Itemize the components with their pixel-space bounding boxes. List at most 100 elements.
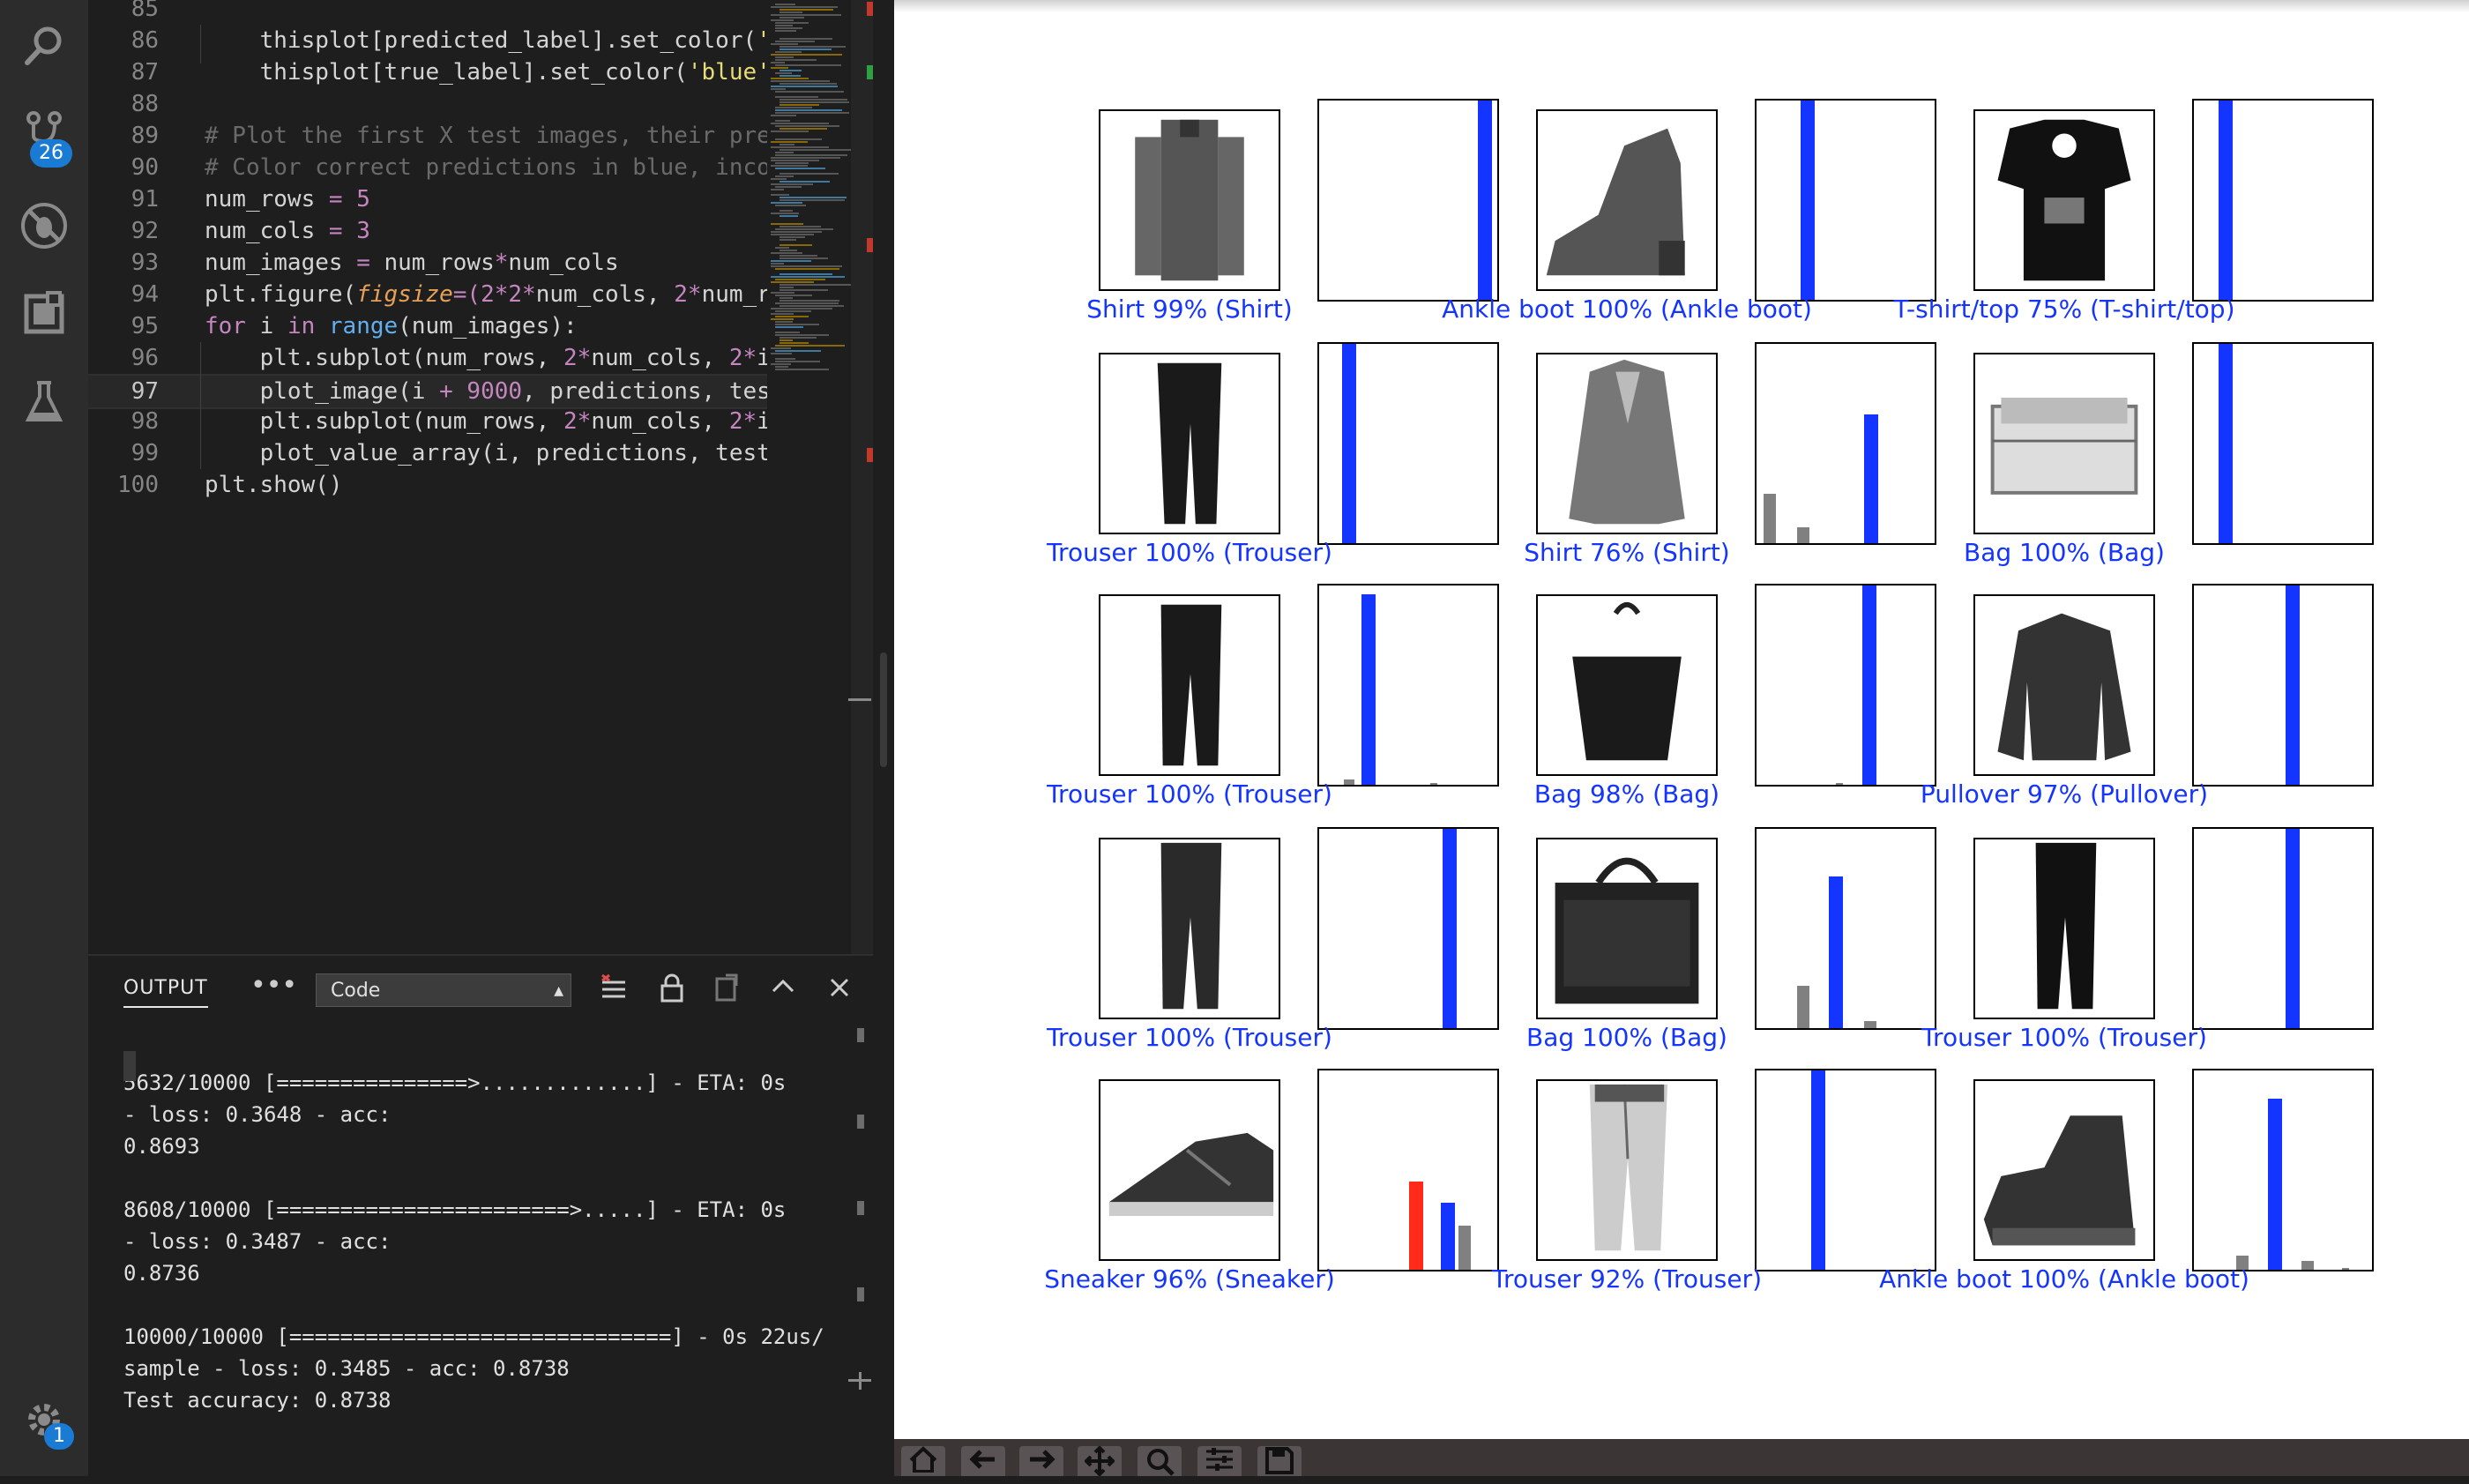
code-line[interactable]: 93 num_images = num_rows*num_cols — [88, 247, 767, 279]
minimap-line — [779, 244, 812, 246]
minimap-line — [779, 236, 805, 238]
test-image-tshirt — [1973, 109, 2155, 291]
open-log-button[interactable] — [709, 973, 744, 1009]
probability-bar — [1797, 986, 1809, 1028]
code-token: 2 — [508, 281, 523, 308]
test-image-trouser4 — [1973, 838, 2155, 1019]
code-line[interactable]: 86 thisplot[predicted_label].set_color('… — [88, 25, 767, 56]
minimap-line — [775, 4, 795, 5]
minimap-line — [775, 112, 849, 114]
configure-icon[interactable] — [1197, 1446, 1242, 1476]
prediction-caption: Trouser 100% (Trouser) — [1047, 1023, 1332, 1052]
line-number: 88 — [131, 91, 159, 117]
code-line[interactable]: 97 plot_image(i + 9000, predictions, tes… — [88, 374, 767, 409]
code-token: 9000 — [452, 378, 523, 405]
zoom-icon[interactable] — [1138, 1446, 1182, 1476]
code-line[interactable]: 87 thisplot[true_label].set_color('blue'… — [88, 56, 767, 88]
output-cursor — [123, 1051, 136, 1081]
minimap-line — [779, 257, 828, 259]
tab-output[interactable]: OUTPUT — [123, 977, 208, 1008]
minimap-line — [775, 154, 847, 156]
minimap-line — [775, 332, 800, 333]
code-line[interactable]: 89 # Plot the first X test images, their … — [88, 120, 767, 152]
code-line[interactable]: 98 plt.subplot(num_rows, 2*num_cols, 2*i… — [88, 406, 767, 437]
code-line[interactable]: 92 num_cols = 3 — [88, 215, 767, 247]
minimap-line — [771, 62, 785, 63]
code-line[interactable]: 90 # Color correct predictions in blue, i… — [88, 152, 767, 183]
code-line[interactable]: 95 for i in range(num_images): — [88, 310, 767, 342]
probability-bar — [1409, 1182, 1423, 1270]
code-token: * — [687, 281, 702, 308]
minimap-line — [775, 120, 790, 122]
minimap[interactable] — [767, 0, 851, 952]
minimap-line — [779, 149, 851, 151]
code-line[interactable]: 85 — [88, 0, 767, 25]
minimap-line — [779, 83, 837, 85]
probability-bar — [1864, 1021, 1876, 1028]
minimap-line — [775, 59, 817, 61]
minimap-line — [771, 234, 814, 235]
line-number: 100 — [117, 472, 159, 498]
pan-icon[interactable] — [1078, 1445, 1122, 1477]
test-image-bag — [1973, 353, 2155, 534]
debug-icon[interactable] — [18, 199, 71, 252]
clear-output-button[interactable] — [596, 973, 631, 1009]
minimap-line — [779, 104, 819, 106]
indent-guide — [200, 342, 201, 469]
probability-bar — [2268, 1099, 2282, 1270]
figure-toolbar — [894, 1439, 2469, 1476]
code-editor[interactable]: 85 86 thisplot[predicted_label].set_color… — [88, 0, 767, 952]
code-token: plt.subplot(num_rows, — [205, 408, 563, 435]
minimap-line — [779, 101, 849, 103]
code-token: * — [522, 281, 536, 308]
output-channel-select[interactable]: Code ▲ — [316, 973, 571, 1007]
forward-icon[interactable] — [1019, 1446, 1063, 1476]
probability-bar — [1862, 585, 1876, 785]
code-token: # Plot the first X test images, their pr… — [205, 123, 767, 149]
probability-bar — [1344, 779, 1354, 785]
testing-flask-icon[interactable] — [18, 376, 71, 429]
test-image-boot2 — [1973, 1079, 2155, 1261]
save-icon[interactable] — [1257, 1446, 1302, 1476]
code-token: * — [494, 250, 509, 276]
minimap-line — [775, 295, 812, 296]
minimap-line — [771, 231, 822, 233]
output-sash-indicator — [859, 1372, 862, 1390]
minimap-line — [771, 189, 784, 190]
minimap-line — [771, 318, 794, 320]
code-line[interactable]: 99 plot_value_array(i, predictions, test… — [88, 437, 767, 469]
home-icon[interactable] — [901, 1446, 945, 1476]
line-number: 94 — [131, 281, 159, 308]
extensions-icon[interactable] — [18, 287, 71, 340]
back-icon[interactable] — [961, 1446, 1005, 1476]
prediction-bar-chart — [1317, 99, 1499, 302]
prediction-caption: Bag 100% (Bag) — [1526, 1023, 1727, 1052]
minimap-line — [779, 181, 830, 183]
probability-bar — [1458, 1226, 1471, 1270]
code-token: num_images — [205, 250, 357, 276]
scroll-marker-error — [867, 448, 873, 462]
minimap-line — [775, 152, 794, 153]
more-actions-button[interactable]: ••• — [250, 970, 297, 1001]
minimap-line — [779, 99, 847, 101]
minimap-line — [771, 19, 794, 21]
output-panel: OUTPUT ••• Code ▲ 5632/10000 [==========… — [88, 954, 873, 1478]
code-line[interactable]: 88 — [88, 88, 767, 120]
minimap-line — [771, 165, 808, 167]
splitter-thumb[interactable] — [880, 653, 887, 767]
code-line[interactable]: 94 plt.figure(figsize=(2*2*num_cols, 2*nu… — [88, 279, 767, 310]
probability-bar — [1764, 494, 1776, 543]
maximize-panel-button[interactable] — [765, 973, 801, 1009]
minimap-line — [779, 128, 827, 130]
sash-indicator — [848, 698, 871, 701]
code-line[interactable]: 91 num_rows = 5 — [88, 183, 767, 215]
lock-scroll-button[interactable] — [654, 973, 690, 1009]
code-line[interactable]: 96 plt.subplot(num_rows, 2*num_cols, 2*i… — [88, 342, 767, 374]
minimap-line — [775, 64, 841, 66]
code-token: 3 — [342, 218, 370, 244]
minimap-line — [775, 186, 802, 188]
close-panel-button[interactable] — [822, 973, 857, 1009]
search-icon[interactable] — [18, 19, 71, 72]
code-line[interactable]: 100 plt.show() — [88, 469, 767, 501]
code-token: range — [315, 313, 399, 339]
